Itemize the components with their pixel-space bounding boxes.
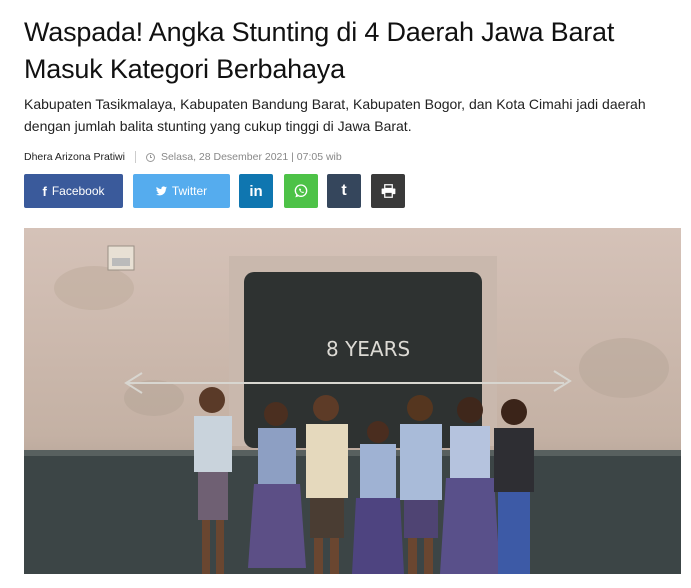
linkedin-icon: in — [249, 182, 263, 200]
facebook-label: Facebook — [51, 184, 105, 198]
byline-divider — [134, 151, 136, 163]
twitter-label: Twitter — [171, 184, 208, 198]
tumblr-share-button[interactable]: t — [327, 174, 361, 208]
twitter-icon — [155, 184, 167, 199]
byline: Dhera Arizona Pratiwi Selasa, 28 Desembe… — [24, 150, 342, 164]
article-photo: 8 YEARS — [24, 228, 681, 574]
clock-icon — [145, 152, 155, 162]
linkedin-share-button[interactable]: in — [239, 174, 273, 208]
publish-datetime: Selasa, 28 Desember 2021 | 07:05 wib — [160, 151, 342, 163]
whatsapp-share-button[interactable] — [284, 174, 318, 208]
facebook-share-button[interactable]: f Facebook — [24, 174, 123, 208]
print-button[interactable] — [371, 174, 405, 208]
twitter-share-button[interactable]: Twitter — [133, 174, 230, 208]
print-icon — [381, 184, 395, 198]
article-lede: Kabupaten Tasikmalaya, Kabupaten Bandung… — [24, 96, 646, 134]
facebook-icon: f — [42, 183, 47, 199]
article-title: Waspada! Angka Stunting di 4 Daerah Jawa… — [24, 17, 615, 84]
chalk-text: 8 YEARS — [326, 337, 410, 361]
author-name[interactable]: Dhera Arizona Pratiwi — [24, 151, 125, 163]
whatsapp-icon — [294, 184, 308, 198]
tumblr-icon: t — [341, 182, 347, 199]
